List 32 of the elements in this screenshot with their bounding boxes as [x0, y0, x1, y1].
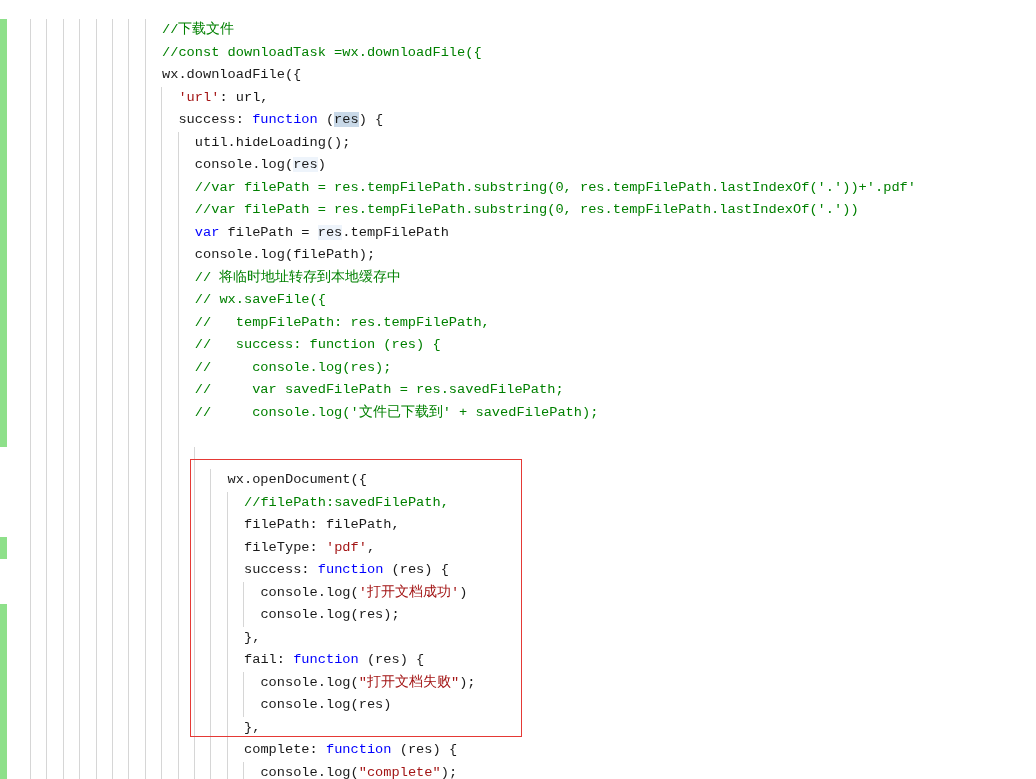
code-line: console.log('打开文档成功'): [260, 583, 468, 602]
code-line: fail: function (res) {: [244, 651, 425, 669]
code-line: console.log(filePath);: [194, 246, 376, 264]
code-line: success: function (res) {: [244, 561, 449, 579]
code-line: filePath: filePath,: [244, 516, 400, 534]
code-line: wx.downloadFile({: [162, 66, 302, 84]
code-line: //var filePath = res.tempFilePath.substring(0, res.tempFilePath.lastIndexOf('.')): [194, 201, 859, 219]
code-line: //const downloadTask =wx.downloadFile({: [162, 43, 482, 62]
code-line: // tempFilePath: res.tempFilePath,: [194, 313, 490, 332]
code-line: // console.log('文件已下载到' + savedFilePath);: [194, 403, 599, 422]
code-line: util.hideLoading();: [194, 133, 351, 152]
code-line: // success: function (res) {: [194, 336, 441, 354]
code-line: console.log(res);: [260, 606, 400, 624]
code-line: // wx.saveFile({: [194, 291, 326, 309]
code-line: // var savedFilePath = res.savedFilePath;: [194, 381, 564, 399]
code-line: success: function (res) {: [178, 111, 384, 129]
code-line: var filePath = res.tempFilePath: [194, 223, 449, 242]
code-line: // console.log(res);: [194, 358, 392, 377]
code-line: 'url': url,: [178, 88, 269, 107]
code-line: },: [244, 628, 261, 647]
code-line: wx.openDocument({: [227, 471, 367, 489]
code-line: //var filePath = res.tempFilePath.substring(0, res.tempFilePath.lastIndexOf('.'))+'.pdf': [194, 178, 916, 197]
code-line: console.log(res): [194, 156, 326, 174]
code-line: },: [244, 718, 261, 737]
code-line: // 将临时地址转存到本地缓存中: [194, 268, 402, 287]
code-line: console.log("complete");: [260, 763, 458, 779]
code-line: //下载文件: [162, 20, 235, 39]
code-line: console.log(res): [260, 696, 392, 714]
code-line: complete: function (res) {: [244, 741, 458, 759]
code-line: console.log("打开文档失败");: [260, 673, 476, 692]
code-line: fileType: 'pdf',: [244, 538, 376, 557]
code-line: //filePath:savedFilePath,: [244, 493, 449, 512]
